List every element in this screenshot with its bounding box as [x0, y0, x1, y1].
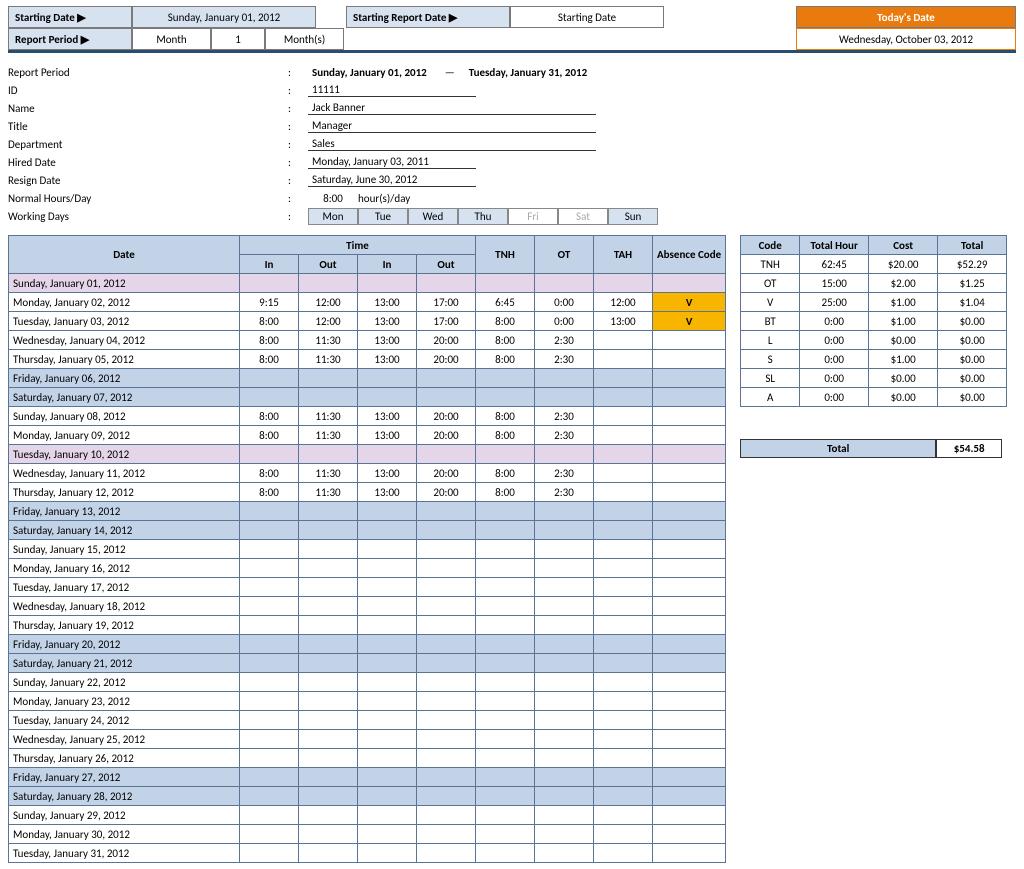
col-abs: Absence Code — [653, 236, 726, 274]
summary-row: L0:00$0.00$0.00 — [741, 331, 1007, 350]
table-row: Friday, January 06, 2012 — [9, 369, 726, 388]
weekday-thu[interactable]: Thu — [458, 208, 508, 225]
col-time: Time — [240, 236, 476, 255]
table-row: Sunday, January 22, 2012 — [9, 673, 726, 692]
meta-nh-label: Normal Hours/Day — [8, 192, 288, 205]
meta-id-label: ID — [8, 84, 288, 97]
table-row: Monday, January 02, 20129:1512:0013:0017… — [9, 293, 726, 312]
weekday-wed[interactable]: Wed — [408, 208, 458, 225]
meta-title-value[interactable]: Manager — [308, 119, 596, 133]
timesheet-table: Date Time TNH OT TAH Absence Code InOut … — [8, 235, 726, 863]
col-tnh: TNH — [476, 236, 535, 274]
table-row: Thursday, January 12, 20128:0011:3013:00… — [9, 483, 726, 502]
meta-hired-label: Hired Date — [8, 156, 288, 169]
meta-period-start: Sunday, January 01, 2012 — [308, 66, 431, 79]
table-row: Tuesday, January 24, 2012 — [9, 711, 726, 730]
table-row: Wednesday, January 04, 20128:0011:3013:0… — [9, 331, 726, 350]
meta-id-value[interactable]: 11111 — [308, 83, 476, 97]
table-row: Saturday, January 21, 2012 — [9, 654, 726, 673]
col-ot: OT — [535, 236, 594, 274]
meta-hired-value[interactable]: Monday, January 03, 2011 — [308, 155, 476, 169]
table-row: Saturday, January 14, 2012 — [9, 521, 726, 540]
table-row: Tuesday, January 17, 2012 — [9, 578, 726, 597]
table-row: Monday, January 16, 2012 — [9, 559, 726, 578]
meta-nh-unit: hour(s)/day — [358, 192, 410, 205]
today-label: Today's Date — [796, 6, 1016, 28]
table-row: Thursday, January 19, 2012 — [9, 616, 726, 635]
table-row: Friday, January 20, 2012 — [9, 635, 726, 654]
table-row: Tuesday, January 31, 2012 — [9, 844, 726, 863]
table-row: Tuesday, January 10, 2012 — [9, 445, 726, 464]
table-row: Monday, January 30, 2012 — [9, 825, 726, 844]
table-row: Sunday, January 08, 20128:0011:3013:0020… — [9, 407, 726, 426]
table-row: Saturday, January 28, 2012 — [9, 787, 726, 806]
grand-total-label: Total — [740, 439, 936, 458]
scol-code: Code — [741, 236, 800, 255]
weekday-mon[interactable]: Mon — [308, 208, 358, 225]
meta-wd-label: Working Days — [8, 210, 288, 223]
col-tah: TAH — [594, 236, 653, 274]
start-report-value[interactable]: Starting Date — [510, 6, 664, 28]
summary-row: A0:00$0.00$0.00 — [741, 388, 1007, 407]
scol-hour: Total Hour — [800, 236, 869, 255]
summary-row: OT15:00$2.00$1.25 — [741, 274, 1007, 293]
meta-name-label: Name — [8, 102, 288, 115]
meta-dept-label: Department — [8, 138, 288, 151]
summary-row: BT0:00$1.00$0.00 — [741, 312, 1007, 331]
summary-row: S0:00$1.00$0.00 — [741, 350, 1007, 369]
table-row: Thursday, January 26, 2012 — [9, 749, 726, 768]
summary-row: V25:00$1.00$1.04 — [741, 293, 1007, 312]
grand-total-row: Total $54.58 — [740, 439, 1007, 458]
starting-date-value[interactable]: Sunday, January 01, 2012 — [132, 6, 316, 28]
table-row: Friday, January 13, 2012 — [9, 502, 726, 521]
table-row: Friday, January 27, 2012 — [9, 768, 726, 787]
table-row: Sunday, January 15, 2012 — [9, 540, 726, 559]
table-row: Saturday, January 07, 2012 — [9, 388, 726, 407]
meta-report-period-label: Report Period — [8, 66, 288, 79]
table-row: Tuesday, January 03, 20128:0012:0013:001… — [9, 312, 726, 331]
summary-row: TNH62:45$20.00$52.29 — [741, 255, 1007, 274]
table-row: Wednesday, January 25, 2012 — [9, 730, 726, 749]
meta-resign-label: Resign Date — [8, 174, 288, 187]
rp-count[interactable]: 1 — [211, 28, 265, 50]
grand-total-value: $54.58 — [936, 439, 1002, 458]
weekday-sun[interactable]: Sun — [608, 208, 658, 225]
scol-total: Total — [938, 236, 1007, 255]
scol-cost: Cost — [869, 236, 938, 255]
meta-period-end: Tuesday, January 31, 2012 — [469, 66, 587, 79]
rp-unit[interactable]: Month — [132, 28, 211, 50]
rp-suffix: Month(s) — [265, 28, 344, 50]
table-row: Wednesday, January 11, 20128:0011:3013:0… — [9, 464, 726, 483]
weekday-fri[interactable]: Fri — [508, 208, 558, 225]
summary-table: Code Total Hour Cost Total TNH62:45$20.0… — [740, 235, 1007, 407]
summary-row: SL0:00$0.00$0.00 — [741, 369, 1007, 388]
report-period-label: Report Period ▶ — [8, 28, 132, 50]
table-row: Monday, January 09, 20128:0011:3013:0020… — [9, 426, 726, 445]
meta-name-value[interactable]: Jack Banner — [308, 101, 596, 115]
working-days-row: MonTueWedThuFriSatSun — [308, 208, 658, 225]
start-report-label: Starting Report Date ▶ — [346, 6, 510, 28]
meta-dept-value[interactable]: Sales — [308, 137, 596, 151]
weekday-tue[interactable]: Tue — [358, 208, 408, 225]
table-row: Monday, January 23, 2012 — [9, 692, 726, 711]
meta-nh-value[interactable]: 8:00 — [308, 192, 358, 205]
col-date: Date — [9, 236, 240, 274]
table-row: Sunday, January 29, 2012 — [9, 806, 726, 825]
table-row: Sunday, January 01, 2012 — [9, 274, 726, 293]
header-bar: Starting Date ▶ Sunday, January 01, 2012… — [8, 6, 1016, 53]
metadata-block: Report Period: Sunday, January 01, 2012 … — [8, 63, 1016, 225]
table-row: Wednesday, January 18, 2012 — [9, 597, 726, 616]
weekday-sat[interactable]: Sat — [558, 208, 608, 225]
meta-resign-value[interactable]: Saturday, June 30, 2012 — [308, 173, 476, 187]
table-row: Thursday, January 05, 20128:0011:3013:00… — [9, 350, 726, 369]
starting-date-label: Starting Date ▶ — [8, 6, 132, 28]
today-value: Wednesday, October 03, 2012 — [796, 28, 1016, 50]
meta-title-label: Title — [8, 120, 288, 133]
